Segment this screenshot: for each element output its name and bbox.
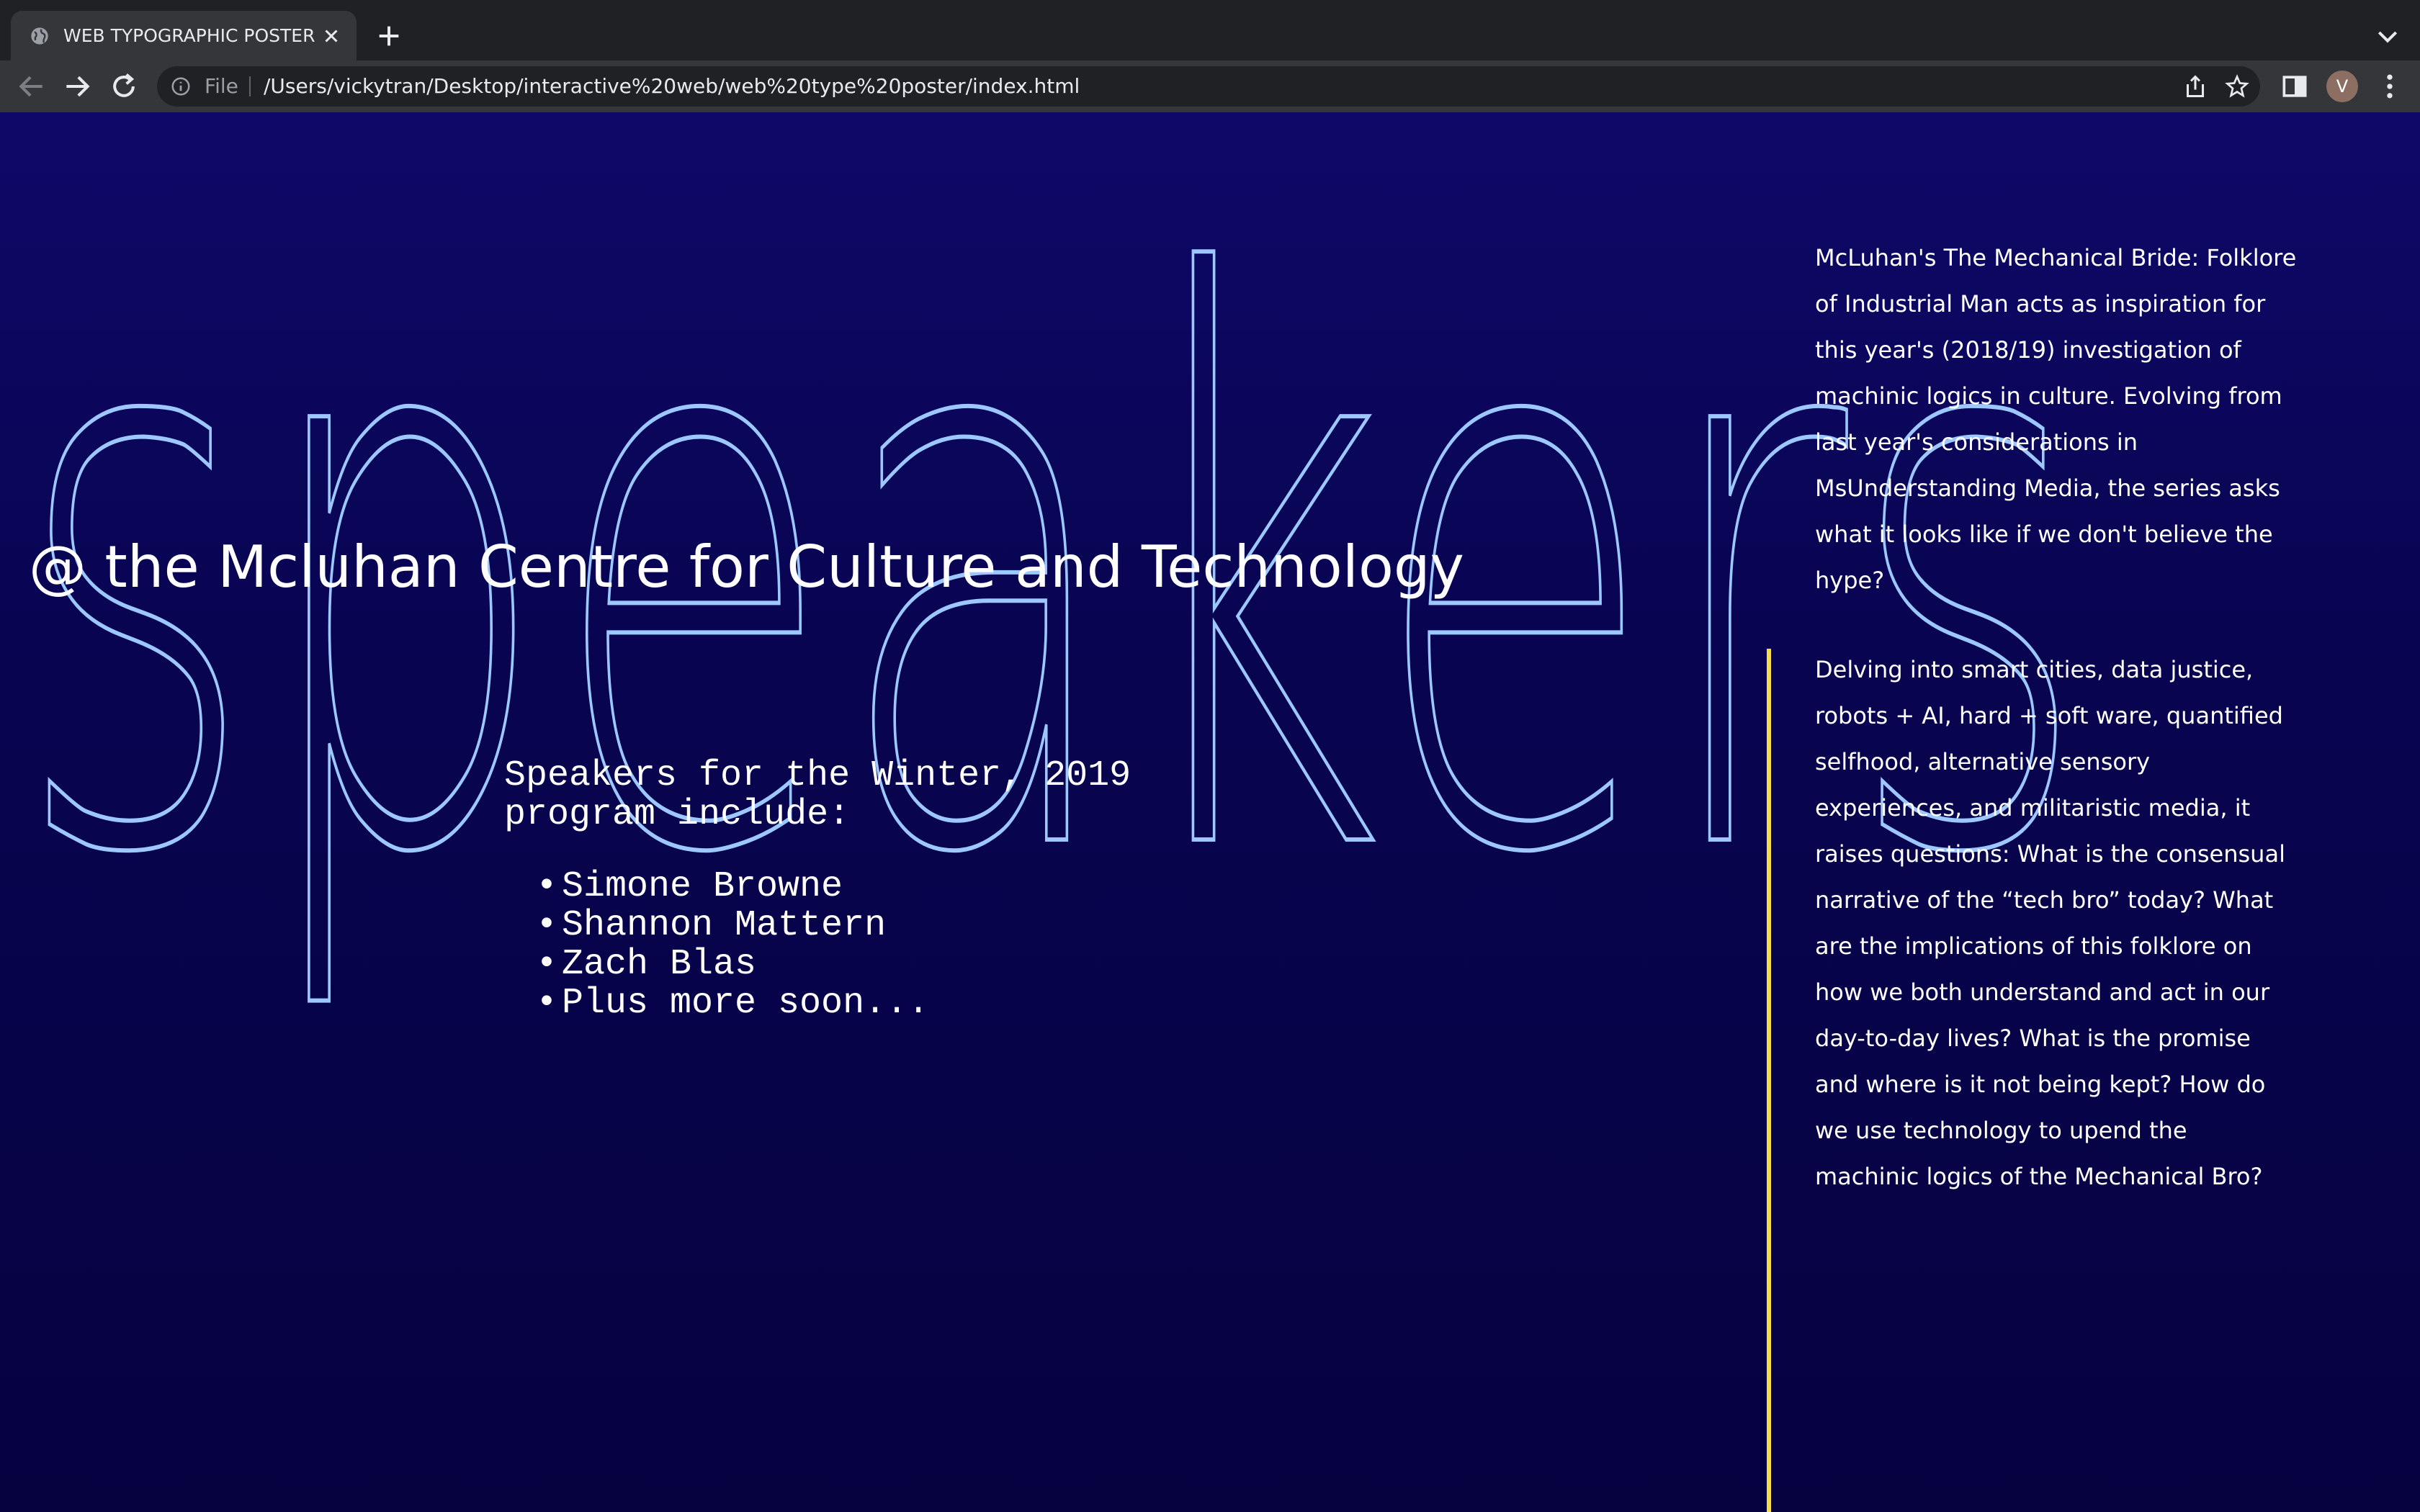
- tab-title: WEB TYPOGRAPHIC POSTER: [63, 25, 315, 46]
- forward-arrow-icon[interactable]: [61, 71, 93, 102]
- new-tab-plus-icon[interactable]: [375, 22, 403, 50]
- side-panel-icon[interactable]: [2279, 71, 2311, 102]
- reload-icon[interactable]: [108, 71, 140, 102]
- divider: [249, 76, 251, 96]
- accent-rule: [1767, 649, 1771, 1512]
- chevron-down-icon[interactable]: [2373, 22, 2402, 50]
- list-item: Simone Browne: [536, 868, 1152, 907]
- avatar[interactable]: V: [2326, 71, 2358, 102]
- speakers-list: Simone Browne Shannon Mattern Zach Blas …: [504, 868, 1152, 1024]
- scheme-label: File: [205, 74, 238, 98]
- browser-tab[interactable]: WEB TYPOGRAPHIC POSTER: [11, 11, 357, 60]
- browser-toolbar: File /Users/vickytran/Desktop/interactiv…: [0, 60, 2420, 112]
- description-paragraph-2: Delving into smart cities, data justice,…: [1815, 656, 2285, 1190]
- poster-page: speakers @ the Mcluhan Centre for Cultur…: [0, 112, 2420, 1512]
- list-item: Zach Blas: [536, 945, 1152, 985]
- list-item: Shannon Mattern: [536, 906, 1152, 946]
- share-icon[interactable]: [2182, 73, 2208, 99]
- info-icon[interactable]: [170, 76, 192, 97]
- back-arrow-icon[interactable]: [16, 71, 48, 102]
- browser-tab-bar: WEB TYPOGRAPHIC POSTER: [0, 0, 2420, 60]
- subtitle: @ the Mcluhan Centre for Culture and Tec…: [29, 534, 1465, 600]
- speakers-block: Speakers for the Winter, 2019 program in…: [504, 755, 1152, 1024]
- speakers-intro: Speakers for the Winter, 2019 program in…: [504, 755, 1131, 835]
- close-icon[interactable]: [321, 25, 342, 47]
- address-bar[interactable]: File /Users/vickytran/Desktop/interactiv…: [157, 66, 2260, 107]
- globe-icon: [31, 27, 48, 45]
- star-icon[interactable]: [2224, 73, 2250, 99]
- list-item: Plus more soon...: [536, 984, 1152, 1024]
- more-menu-icon[interactable]: [2374, 71, 2406, 102]
- url-text[interactable]: /Users/vickytran/Desktop/interactive%20w…: [264, 66, 1080, 107]
- description-paragraph-1: McLuhan's The Mechanical Bride: Folklore…: [1815, 244, 2297, 594]
